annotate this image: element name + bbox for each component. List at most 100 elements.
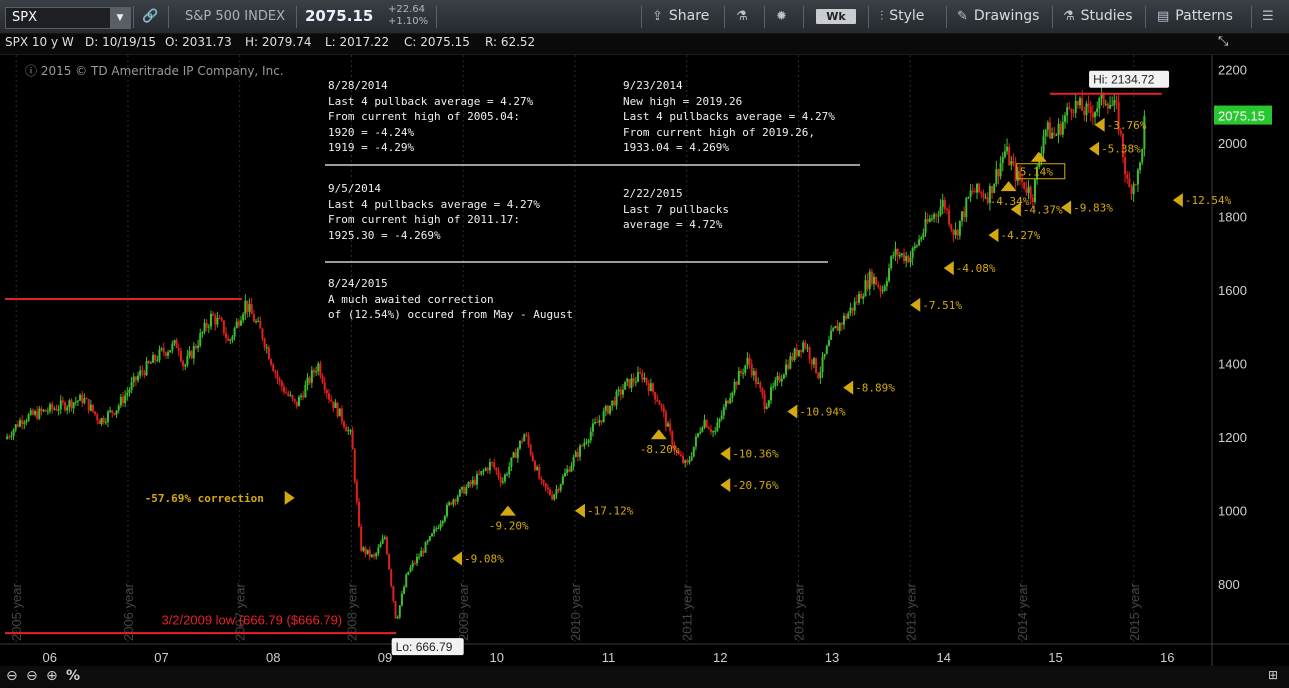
symbol-value: SPX: [12, 10, 37, 25]
candle-up: [186, 355, 189, 365]
candle-up: [941, 200, 944, 208]
gear-icon[interactable]: ✹: [776, 0, 793, 33]
candle-up: [403, 587, 406, 594]
candle-up: [722, 407, 725, 416]
patterns-button[interactable]: ▤ Patterns: [1157, 0, 1233, 33]
candle-down: [682, 456, 685, 463]
candle-down: [250, 304, 253, 315]
candle-up: [503, 474, 506, 482]
candle-up: [885, 280, 888, 287]
candle-down: [392, 586, 395, 601]
candle-down: [606, 405, 609, 414]
candle-up: [27, 414, 30, 421]
style-button[interactable]: ⫶ Style: [880, 0, 924, 33]
candle-up: [922, 232, 925, 238]
candle-up: [149, 362, 152, 364]
candle-down: [997, 169, 1000, 177]
candle-up: [937, 215, 940, 217]
candle-up: [634, 381, 637, 383]
note-2014-08-28: 8/28/2014 Last 4 pullback average = 4.27…: [328, 79, 534, 154]
candle-up: [38, 408, 41, 419]
candle-down: [31, 410, 34, 415]
divider: [296, 6, 297, 28]
candle-down: [748, 357, 751, 364]
annotation-arrow-up: [1000, 181, 1017, 192]
expand-icon[interactable]: ⤡: [1218, 34, 1228, 49]
candle-down: [860, 293, 863, 299]
annotation-label: -8.89%: [855, 382, 895, 395]
last-price: 2075.15: [305, 7, 374, 25]
candle-down: [851, 307, 854, 311]
candle-up: [720, 415, 723, 420]
candle-up: [1001, 157, 1004, 164]
candle-down: [662, 406, 665, 413]
candle-down: [394, 600, 397, 619]
candle-up: [825, 345, 828, 354]
candle-down: [360, 526, 363, 551]
studies-label: Studies: [1080, 8, 1133, 24]
candle-down: [274, 371, 277, 374]
flask-icon[interactable]: ⚗: [736, 0, 754, 33]
candle-down: [1072, 112, 1075, 114]
candle-up: [255, 321, 258, 323]
chart-settings-icon[interactable]: ⊞: [1268, 668, 1278, 682]
candle-up: [424, 542, 427, 553]
candle-up: [506, 474, 509, 476]
annotation-label: -10.36%: [732, 448, 779, 461]
aggregation-button[interactable]: Wk: [816, 9, 856, 24]
candle-up: [857, 293, 860, 303]
pan-icon[interactable]: ⊖: [6, 668, 18, 684]
candle-down: [454, 499, 457, 502]
candle-down: [945, 208, 948, 210]
candle-down: [385, 537, 388, 555]
zoom-out-icon[interactable]: ⊖: [26, 668, 38, 684]
candle-up: [104, 421, 107, 423]
link-icon[interactable]: 🔗: [142, 0, 164, 33]
candle-up: [430, 533, 433, 537]
menu-icon[interactable]: ☰: [1262, 0, 1280, 33]
candle-up: [579, 445, 582, 457]
share-button[interactable]: ⇪ Share: [652, 0, 709, 33]
candle-down: [422, 550, 425, 553]
candle-up: [782, 374, 785, 379]
candle-down: [645, 377, 648, 384]
drawings-button[interactable]: ✎ Drawings: [957, 0, 1039, 33]
candle-down: [287, 392, 290, 396]
candle-up: [892, 254, 895, 257]
candle-down: [817, 372, 820, 379]
candle-down: [963, 211, 966, 218]
candle-up: [306, 377, 309, 385]
y-tick-label: 2000: [1218, 136, 1247, 151]
candle-down: [686, 460, 689, 463]
zoom-in-icon[interactable]: ⊕: [46, 668, 58, 684]
candle-down: [1083, 110, 1086, 116]
candle-down: [551, 494, 554, 500]
candle-down: [870, 271, 873, 284]
percent-icon[interactable]: %: [66, 668, 80, 684]
candle-up: [34, 411, 37, 415]
candle-down: [679, 454, 682, 457]
annotation-label: -7.51%: [922, 299, 962, 312]
symbol-input[interactable]: SPX ▼: [5, 7, 131, 29]
candle-up: [518, 440, 521, 449]
candle-up: [441, 521, 444, 524]
candle-up: [864, 280, 867, 297]
candle-up: [767, 400, 770, 407]
annotation-arrow-left: [943, 261, 954, 276]
candle-down: [800, 349, 803, 352]
candle-up: [1074, 100, 1077, 113]
candle-down: [413, 563, 416, 565]
x-tick-label: 06: [42, 650, 56, 665]
candle-up: [911, 247, 914, 258]
annotation-arrow-left: [1094, 117, 1105, 132]
year-label: 2014 year: [1015, 583, 1030, 641]
chevron-down-icon[interactable]: ▼: [110, 8, 130, 28]
candle-up: [1046, 122, 1049, 130]
studies-button[interactable]: ⚗ Studies: [1063, 0, 1133, 33]
candle-down: [222, 320, 225, 334]
annotation-label: -5.38%: [1101, 143, 1141, 156]
candle-up: [570, 465, 573, 472]
divider: [946, 6, 947, 28]
candle-down: [113, 412, 116, 415]
candle-up: [439, 523, 442, 528]
